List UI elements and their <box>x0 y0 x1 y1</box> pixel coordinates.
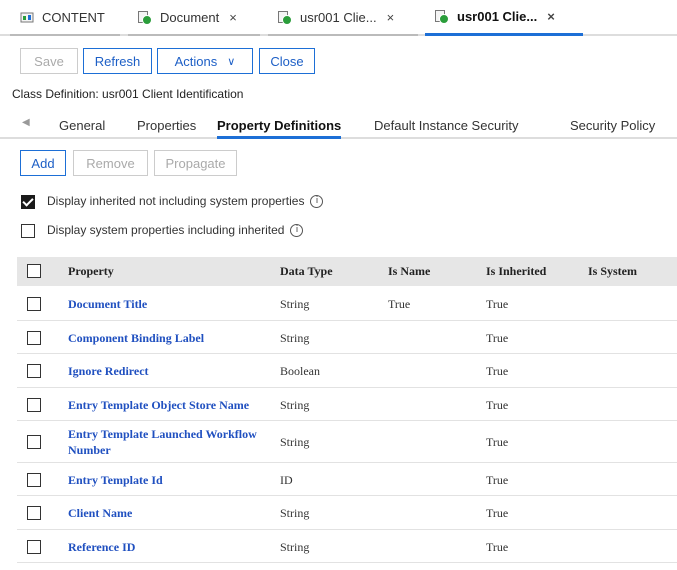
class-definition-window: CONTENT Document × usr001 Clie... × usr0… <box>0 0 677 570</box>
system-option: Display system properties including inhe… <box>47 223 304 238</box>
is-inherited-cell: True <box>486 297 509 311</box>
property-name-link[interactable]: Reference ID <box>68 539 135 555</box>
tab-content[interactable]: CONTENT <box>10 0 120 36</box>
row-checkbox[interactable] <box>27 506 41 520</box>
table-row[interactable]: Component Binding Label String True <box>17 321 677 354</box>
tab-document[interactable]: Document × <box>128 0 260 36</box>
tab-usr001-2[interactable]: usr001 Clie... × <box>425 0 583 36</box>
tab-general[interactable]: General <box>59 111 105 139</box>
top-tab-bar: CONTENT Document × usr001 Clie... × usr0… <box>0 0 677 36</box>
table-row[interactable]: Ignore Redirect Boolean True <box>17 354 677 388</box>
row-checkbox[interactable] <box>27 297 41 311</box>
property-name-link[interactable]: Entry Template Id <box>68 472 163 488</box>
inherited-option-label: Display inherited not including system p… <box>47 194 305 208</box>
is-inherited-cell: True <box>486 398 509 412</box>
data-type-cell: String <box>280 297 310 311</box>
row-checkbox[interactable] <box>27 435 41 449</box>
select-all-checkbox[interactable] <box>27 264 41 278</box>
column-header-is-name[interactable]: Is Name <box>388 257 430 286</box>
tab-usr001-1[interactable]: usr001 Clie... × <box>268 0 418 36</box>
close-icon[interactable]: × <box>387 10 395 25</box>
is-inherited-cell: True <box>486 473 509 487</box>
inherited-checkbox[interactable] <box>21 195 35 209</box>
property-name-link[interactable]: Component Binding Label <box>68 330 204 346</box>
system-checkbox[interactable] <box>21 224 35 238</box>
table-row[interactable]: Entry Template Launched Workflow Number … <box>17 421 677 463</box>
scroll-left-icon[interactable]: ◀ <box>22 117 30 128</box>
document-icon <box>278 10 292 25</box>
property-name-link[interactable]: Entry Template Launched Workflow Number <box>68 426 268 458</box>
tab-properties[interactable]: Properties <box>137 111 196 139</box>
sub-tab-bar: ◀ General Properties Property Definition… <box>0 111 677 139</box>
tab-usr001-2-label: usr001 Clie... <box>457 9 538 24</box>
chevron-down-icon: ∨ <box>227 55 236 68</box>
row-checkbox[interactable] <box>27 331 41 345</box>
column-header-property[interactable]: Property <box>68 257 114 286</box>
remove-button[interactable]: Remove <box>73 150 148 176</box>
inherited-option: Display inherited not including system p… <box>47 194 324 209</box>
data-type-cell: String <box>280 435 310 449</box>
row-checkbox[interactable] <box>27 364 41 378</box>
row-checkbox[interactable] <box>27 540 41 554</box>
is-inherited-cell: True <box>486 331 509 345</box>
tab-property-definitions[interactable]: Property Definitions <box>217 111 342 139</box>
actions-button[interactable]: Actions ∨ <box>157 48 253 74</box>
is-inherited-cell: True <box>486 540 509 554</box>
column-header-is-system[interactable]: Is System <box>588 257 637 286</box>
table-header: Property Data Type Is Name Is Inherited … <box>17 257 677 286</box>
data-type-cell: String <box>280 331 310 345</box>
property-name-link[interactable]: Client Name <box>68 505 132 521</box>
save-button[interactable]: Save <box>20 48 78 74</box>
propagate-button[interactable]: Propagate <box>154 150 237 176</box>
row-checkbox[interactable] <box>27 398 41 412</box>
close-button[interactable]: Close <box>259 48 315 74</box>
table-row[interactable]: Client Name String True <box>17 496 677 530</box>
table-row[interactable]: Reference ID String True <box>17 530 677 563</box>
add-button[interactable]: Add <box>20 150 66 176</box>
info-icon[interactable]: i <box>310 195 324 209</box>
data-type-cell: String <box>280 540 310 554</box>
content-icon <box>20 12 34 23</box>
column-header-is-inherited[interactable]: Is Inherited <box>486 257 546 286</box>
close-icon[interactable]: × <box>229 10 237 25</box>
property-name-link[interactable]: Document Title <box>68 296 147 312</box>
column-header-data-type[interactable]: Data Type <box>280 257 333 286</box>
document-icon <box>435 10 449 24</box>
property-name-link[interactable]: Entry Template Object Store Name <box>68 397 249 413</box>
is-inherited-cell: True <box>486 506 509 520</box>
class-definition-title: Class Definition: usr001 Client Identifi… <box>12 87 244 101</box>
tab-document-label: Document <box>160 9 220 25</box>
refresh-button[interactable]: Refresh <box>83 48 152 74</box>
data-type-cell: ID <box>280 473 293 487</box>
row-checkbox[interactable] <box>27 473 41 487</box>
data-type-cell: String <box>280 398 310 412</box>
data-type-cell: String <box>280 506 310 520</box>
property-name-link[interactable]: Ignore Redirect <box>68 363 149 379</box>
document-icon <box>138 10 152 25</box>
is-inherited-cell: True <box>486 364 509 378</box>
table-row[interactable]: Entry Template Object Store Name String … <box>17 388 677 421</box>
close-icon[interactable]: × <box>547 9 555 24</box>
system-option-label: Display system properties including inhe… <box>47 223 285 237</box>
info-icon[interactable]: i <box>290 224 304 238</box>
data-type-cell: Boolean <box>280 364 320 378</box>
table-row[interactable]: Entry Template Id ID True <box>17 463 677 496</box>
tab-content-label: CONTENT <box>42 9 105 25</box>
tab-security-policy[interactable]: Security Policy <box>570 111 655 139</box>
table-row[interactable]: Document Title String True True <box>17 287 677 321</box>
is-inherited-cell: True <box>486 435 509 449</box>
is-name-cell: True <box>388 297 411 311</box>
actions-label: Actions <box>174 53 218 69</box>
tab-usr001-1-label: usr001 Clie... <box>300 9 377 25</box>
tab-default-instance-security[interactable]: Default Instance Security <box>374 111 519 139</box>
